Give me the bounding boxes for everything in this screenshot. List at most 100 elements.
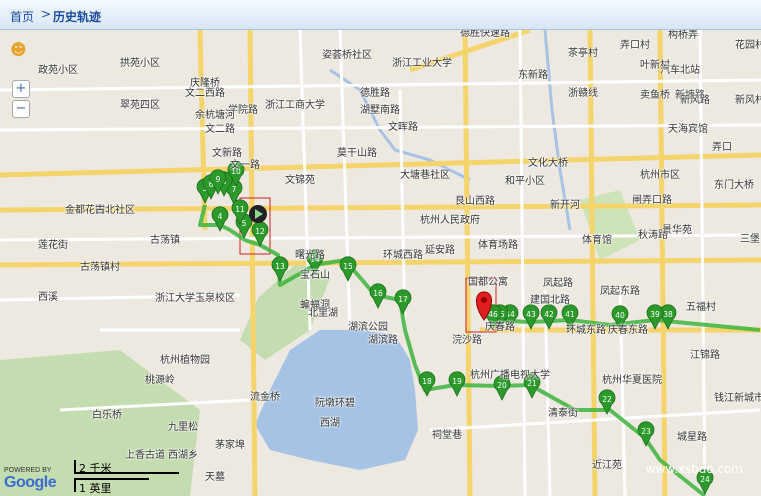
- map-label: 环城西路: [383, 250, 423, 261]
- map-label: 湖墅南路: [360, 105, 400, 116]
- map-label: 翠苑四区: [120, 100, 160, 111]
- track-marker-42[interactable]: 42: [540, 304, 558, 330]
- map-label: 新风村: [735, 95, 761, 106]
- google-attribution: POWERED BY Google: [4, 467, 57, 492]
- marker-number: 11: [235, 205, 245, 214]
- track-marker-17[interactable]: 17: [394, 289, 412, 315]
- map-label: 花园村: [735, 40, 761, 51]
- map-label: 天墓: [205, 472, 225, 483]
- map-label: 杭州华夏医院: [602, 375, 662, 386]
- marker-number: 5: [242, 219, 247, 228]
- map-label: 德胜路: [360, 88, 390, 99]
- map-label: 祠堂巷: [432, 430, 462, 441]
- map-label: 杭州人民政府: [420, 215, 480, 226]
- marker-number: 20: [497, 381, 507, 390]
- marker-number: 38: [663, 310, 673, 319]
- track-marker-23[interactable]: 23: [637, 421, 655, 447]
- zoom-in-button[interactable]: +: [12, 80, 30, 98]
- map-label: 体育馆: [582, 235, 612, 246]
- map-label: 湖滨路: [368, 335, 398, 346]
- map-label: 文二路: [205, 124, 235, 135]
- street-view-pegman-icon[interactable]: ☻: [10, 40, 27, 59]
- map-label: 白乐桥: [92, 410, 122, 421]
- map-label: 莲花街: [38, 240, 68, 251]
- marker-number: 19: [452, 377, 462, 386]
- map-label: 艮山西路: [455, 196, 495, 207]
- map-label: 浙江工商大学: [265, 100, 325, 111]
- track-marker-43[interactable]: 43: [522, 304, 540, 330]
- map-label: 茶亭村: [568, 48, 598, 59]
- map-label: 杭州市区: [640, 170, 680, 181]
- map-label: 东新路: [518, 70, 548, 81]
- map-label: 建国北路: [530, 295, 570, 306]
- map-label: 环城东路: [566, 325, 606, 336]
- zoom-out-button[interactable]: −: [12, 100, 30, 118]
- marker-number: 22: [602, 395, 612, 404]
- map-label: 德胜快速路: [460, 30, 510, 39]
- track-marker-18[interactable]: 18: [418, 371, 436, 397]
- map-label: 浣沙路: [452, 335, 482, 346]
- google-logo[interactable]: Google: [4, 474, 57, 492]
- marker-number: 18: [422, 377, 432, 386]
- map-label: 东门大桥: [714, 180, 754, 191]
- map-label: 杭州广播电视大学: [470, 370, 550, 381]
- marker-number: 15: [343, 262, 353, 271]
- map-label: 九里松: [168, 422, 198, 433]
- map-label: 清泰街: [548, 408, 578, 419]
- map-label: 古荡镇村: [80, 262, 120, 273]
- powered-by-text: POWERED BY: [4, 467, 52, 474]
- marker-number: 9: [216, 175, 221, 184]
- marker-number: 40: [615, 311, 625, 320]
- map-label: 汽车北站: [660, 65, 700, 76]
- map-label: 钱江新城市民中心: [714, 393, 761, 404]
- map-label: 卖鱼桥: [640, 90, 670, 101]
- map-label: 天海宾馆: [668, 124, 708, 135]
- park-area: [580, 190, 640, 260]
- marker-number: 43: [526, 310, 536, 319]
- map-label: 文晖路: [388, 122, 418, 133]
- track-marker-19[interactable]: 19: [448, 371, 466, 397]
- marker-number: 41: [565, 310, 575, 319]
- map-label: 和平小区: [505, 176, 545, 187]
- map-label: 西溪: [38, 292, 58, 303]
- map-label: 国都公寓: [468, 277, 508, 288]
- map-label: 北里湖: [308, 308, 338, 319]
- map-label: 城星路: [677, 432, 707, 443]
- map-label: 文锦苑: [285, 175, 315, 186]
- map-label: 西湖: [320, 418, 340, 429]
- map-view[interactable]: 3456789101112131415161718192021222324383…: [0, 30, 761, 496]
- marker-number: 24: [700, 475, 710, 484]
- map-label: 姿荟桥社区: [322, 50, 372, 61]
- map-label: 五福村: [686, 302, 716, 313]
- marker-number: 4: [218, 212, 223, 221]
- track-marker-39[interactable]: 39: [646, 304, 664, 330]
- map-label: 闸弄口路: [632, 195, 672, 206]
- marker-number: 46: [488, 310, 498, 319]
- breadcrumb-home-link[interactable]: 首页: [10, 8, 34, 25]
- map-label: 流金桥: [250, 392, 280, 403]
- map-label: 湖滨公园: [348, 322, 388, 333]
- map-label: 新开河: [550, 200, 580, 211]
- scale-mi: 1 英里: [74, 478, 149, 495]
- breadcrumb-separator: >: [41, 7, 52, 21]
- map-label: 余杭塘河: [195, 110, 235, 121]
- marker-number: 13: [275, 262, 285, 271]
- map-label: 延安路: [425, 245, 455, 256]
- map-label: 弄口: [712, 142, 732, 153]
- map-label: 宝石山: [300, 270, 330, 281]
- map-label: 莫干山路: [337, 148, 377, 159]
- track-marker-15[interactable]: 15: [339, 256, 357, 282]
- marker-number: 12: [255, 227, 265, 236]
- map-label: 拱苑小区: [120, 58, 160, 69]
- map-label: 景华苑: [662, 225, 692, 236]
- marker-number: 39: [650, 310, 660, 319]
- map-label: 政苑小区: [38, 65, 78, 76]
- track-marker-16[interactable]: 16: [369, 283, 387, 309]
- map-label: 三堡: [740, 234, 760, 245]
- map-label: 古北社区: [95, 205, 135, 216]
- map-label: 桃源岭: [145, 375, 175, 386]
- map-label: 茅家埠: [215, 440, 245, 451]
- marker-number: 23: [641, 427, 651, 436]
- app-root: 首页 > 历史轨迹 4 5 6 7 9 10 11 12 13 14 15 16…: [0, 0, 761, 496]
- scale-km: 2 千米: [74, 460, 179, 475]
